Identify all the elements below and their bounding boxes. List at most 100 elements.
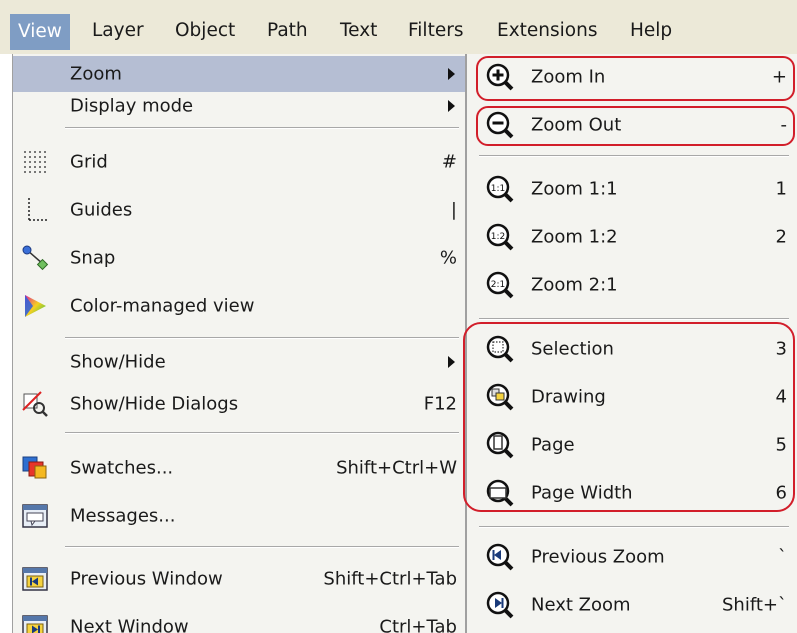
shortcut-label: Ctrl+Tab [379,616,457,633]
shortcut-label: 5 [775,434,787,456]
submenu-arrow-icon [448,356,455,368]
menu-help[interactable]: Help [630,17,672,45]
menu-item-label: Zoom Out [531,114,622,136]
menu-item-zoom-out[interactable]: Zoom Out - [467,105,797,145]
menu-item-label: Next Zoom [531,594,631,616]
menu-item-zoom-page-width[interactable]: Page Width 6 [467,473,797,513]
menu-item-label: Show/Hide [70,351,166,373]
menu-item-zoom-page[interactable]: Page 5 [467,425,797,465]
grid-icon [24,151,46,173]
menu-view[interactable]: View [10,14,70,50]
menu-item-label: Previous Zoom [531,546,665,568]
shortcut-label: 6 [775,482,787,504]
menu-item-zoom-selection[interactable]: Selection 3 [467,329,797,369]
menu-item-label: Snap [70,247,116,269]
menu-item-messages[interactable]: Messages... [13,496,465,536]
shortcut-label: 1 [775,178,787,200]
menu-item-label: Zoom 1:2 [531,226,618,248]
menu-filters[interactable]: Filters [408,17,463,45]
menu-item-label: Selection [531,338,614,360]
zoom-1-1-icon: 1:1 [486,175,514,203]
svg-text:1:1: 1:1 [491,184,505,194]
zoom-selection-icon [486,335,514,363]
menu-item-show-hide[interactable]: Show/Hide [13,342,465,382]
shortcut-label: 2 [775,226,787,248]
menu-separator [65,546,459,548]
menu-item-label: Color-managed view [70,295,255,317]
color-triangle-icon [25,295,46,317]
menu-item-next-zoom[interactable]: Next Zoom Shift+` [467,585,797,625]
menu-item-label: Messages... [70,505,176,527]
menu-item-previous-window[interactable]: Previous Window Shift+Ctrl+Tab [13,559,465,599]
menu-item-label: Zoom In [531,66,606,88]
menu-item-zoom[interactable]: Zoom [13,56,465,92]
dialogs-toggle-icon [22,391,48,417]
shortcut-label: + [771,66,787,88]
menu-item-label: Swatches... [70,457,174,479]
menu-item-show-hide-dialogs[interactable]: Show/Hide Dialogs F12 [13,384,465,424]
menu-item-label: Next Window [70,616,189,633]
menu-item-swatches[interactable]: Swatches... Shift+Ctrl+W [13,448,465,488]
menu-item-grid[interactable]: Grid # [13,142,465,182]
next-zoom-icon [486,591,514,619]
guides-icon [28,198,48,221]
shortcut-label: F12 [423,393,457,415]
zoom-2-1-icon: 2:1 [486,271,514,299]
menu-item-label: Drawing [531,386,606,408]
menu-item-zoom-drawing[interactable]: Drawing 4 [467,377,797,417]
menu-path[interactable]: Path [267,17,308,45]
zoom-1-2-icon: 1:2 [486,223,514,251]
shortcut-label: Shift+Ctrl+Tab [323,568,457,590]
next-window-icon [22,615,48,633]
zoom-out-icon [486,111,514,139]
menu-item-zoom-1-1[interactable]: 1:1 Zoom 1:1 1 [467,169,797,209]
zoom-in-icon [486,63,514,91]
shortcut-label: % [439,247,457,269]
menu-item-next-window[interactable]: Next Window Ctrl+Tab [13,607,465,633]
menu-item-previous-zoom[interactable]: Previous Zoom ` [467,537,797,577]
menu-item-label: Page Width [531,482,633,504]
shortcut-label: 4 [775,386,787,408]
submenu-arrow-icon [448,68,455,80]
shortcut-label: Shift+` [722,594,787,616]
zoom-page-width-icon [486,479,514,507]
swatches-icon [22,456,47,479]
submenu-arrow-icon [448,100,455,112]
menu-item-label: Zoom [70,63,122,85]
menu-separator [479,526,789,528]
menu-item-guides[interactable]: Guides | [13,190,465,230]
menu-text[interactable]: Text [340,17,377,45]
menu-item-label: Zoom 1:1 [531,178,618,200]
menu-separator [479,318,789,320]
menu-separator [65,127,459,129]
menu-item-label: Grid [70,151,108,173]
previous-zoom-icon [486,543,514,571]
shortcut-label: ` [778,546,787,568]
shortcut-label: Shift+Ctrl+W [336,457,457,479]
view-dropdown: Zoom Display mode Grid # Guides | Snap %… [12,54,466,633]
messages-icon [22,504,48,528]
menu-item-display-mode[interactable]: Display mode [13,88,465,124]
menu-item-label: Zoom 2:1 [531,274,618,296]
menu-item-color-managed-view[interactable]: Color-managed view [13,286,465,326]
menu-separator [479,155,789,157]
shortcut-label: - [780,114,788,136]
menu-item-zoom-1-2[interactable]: 1:2 Zoom 1:2 2 [467,217,797,257]
zoom-submenu: Zoom In + Zoom Out - 1:1 Zoom 1:1 1 1:2 … [466,54,797,633]
snap-icon [22,245,49,271]
menu-extensions[interactable]: Extensions [497,17,597,45]
menu-item-label: Guides [70,199,133,221]
menu-separator [65,337,459,339]
zoom-drawing-icon [486,383,514,411]
menu-item-label: Page [531,434,575,456]
menu-item-snap[interactable]: Snap % [13,238,465,278]
menu-layer[interactable]: Layer [92,17,144,45]
menu-item-label: Show/Hide Dialogs [70,393,239,415]
menu-bar: View Layer Object Path Text Filters Exte… [0,0,797,54]
menu-item-zoom-in[interactable]: Zoom In + [467,57,797,97]
svg-text:1:2: 1:2 [491,232,505,242]
menu-item-zoom-2-1[interactable]: 2:1 Zoom 2:1 [467,265,797,305]
menu-object[interactable]: Object [175,17,235,45]
svg-text:2:1: 2:1 [491,280,505,290]
shortcut-label: 3 [775,338,787,360]
